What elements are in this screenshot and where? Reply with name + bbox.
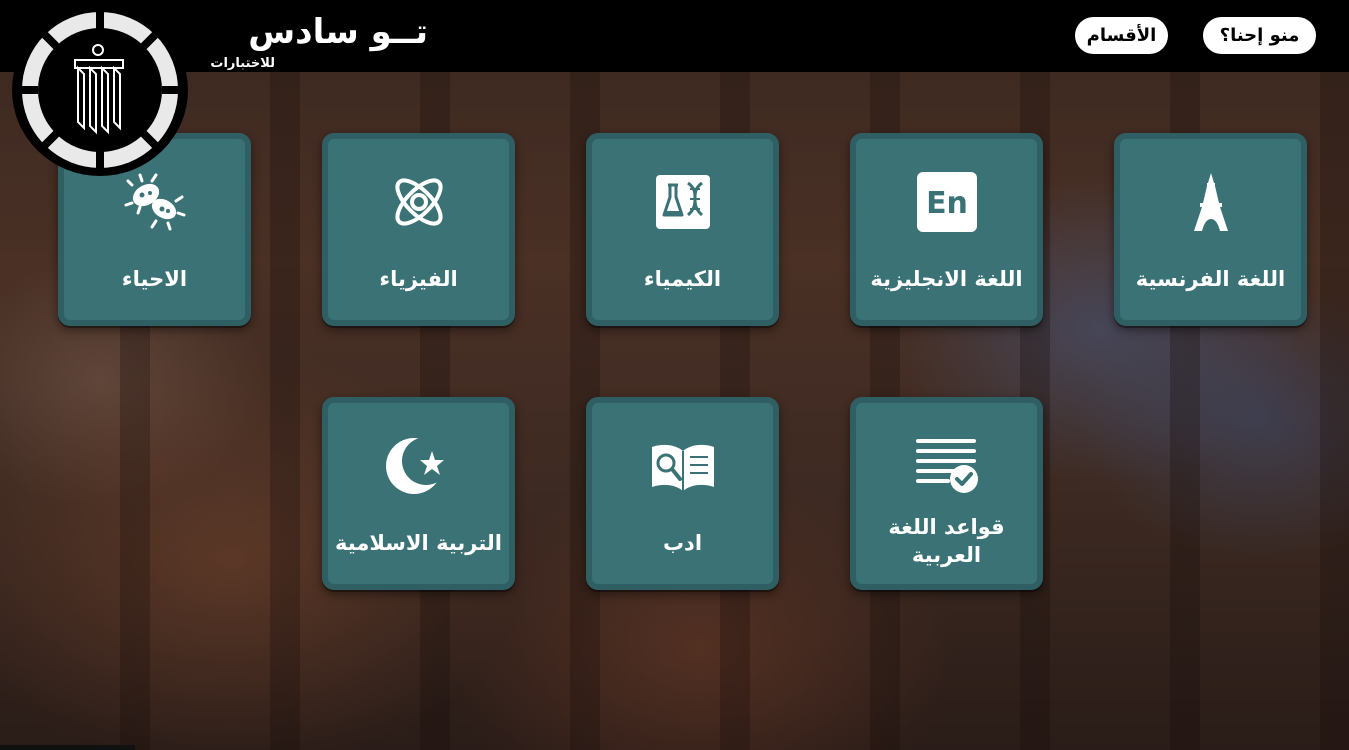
site-logo[interactable] <box>12 4 188 176</box>
subject-card-arabic-grammar[interactable]: قواعد اللغة العربية <box>850 397 1043 590</box>
subject-label: اللغة الفرنسية <box>1135 267 1286 291</box>
scroll-indicator <box>0 745 135 750</box>
subject-card-chemistry[interactable]: الكيمياء <box>586 133 779 326</box>
subject-card-islamic-education[interactable]: التربية الاسلامية <box>322 397 515 590</box>
subject-label: الفيزياء <box>379 267 458 291</box>
nav-about-button[interactable]: منو إحنا؟ <box>1203 17 1316 54</box>
subject-card-physics[interactable]: الفيزياء <box>322 133 515 326</box>
brand-subtitle: للاختبارات <box>210 56 275 71</box>
subject-label: الاحياء <box>121 267 188 291</box>
subject-label: اللغة الانجليزية <box>870 267 1023 291</box>
chemistry-flask-dna-icon <box>650 169 716 235</box>
nav-sections-button[interactable]: الأقسام <box>1075 17 1168 54</box>
svg-text:En: En <box>926 186 968 221</box>
brand-title[interactable]: تــو سادس <box>228 10 428 54</box>
bacteria-icon <box>122 169 188 235</box>
english-en-icon: En <box>914 169 980 235</box>
subject-card-english[interactable]: En اللغة الانجليزية <box>850 133 1043 326</box>
document-check-icon <box>914 433 980 499</box>
crescent-star-icon <box>385 433 452 499</box>
book-magnifier-icon <box>650 433 716 499</box>
subject-label: قواعد اللغة العربية <box>888 515 1005 567</box>
subject-label: الكيمياء <box>643 267 722 291</box>
subject-card-literature[interactable]: ادب <box>586 397 779 590</box>
top-header: تــو سادس للاختبارات منو إحنا؟ الأقسام <box>0 0 1349 72</box>
subject-label: ادب <box>662 531 703 555</box>
subject-card-french[interactable]: اللغة الفرنسية <box>1114 133 1307 326</box>
atom-icon <box>386 169 452 235</box>
eiffel-tower-icon <box>1178 169 1244 235</box>
subject-label: التربية الاسلامية <box>335 531 502 555</box>
